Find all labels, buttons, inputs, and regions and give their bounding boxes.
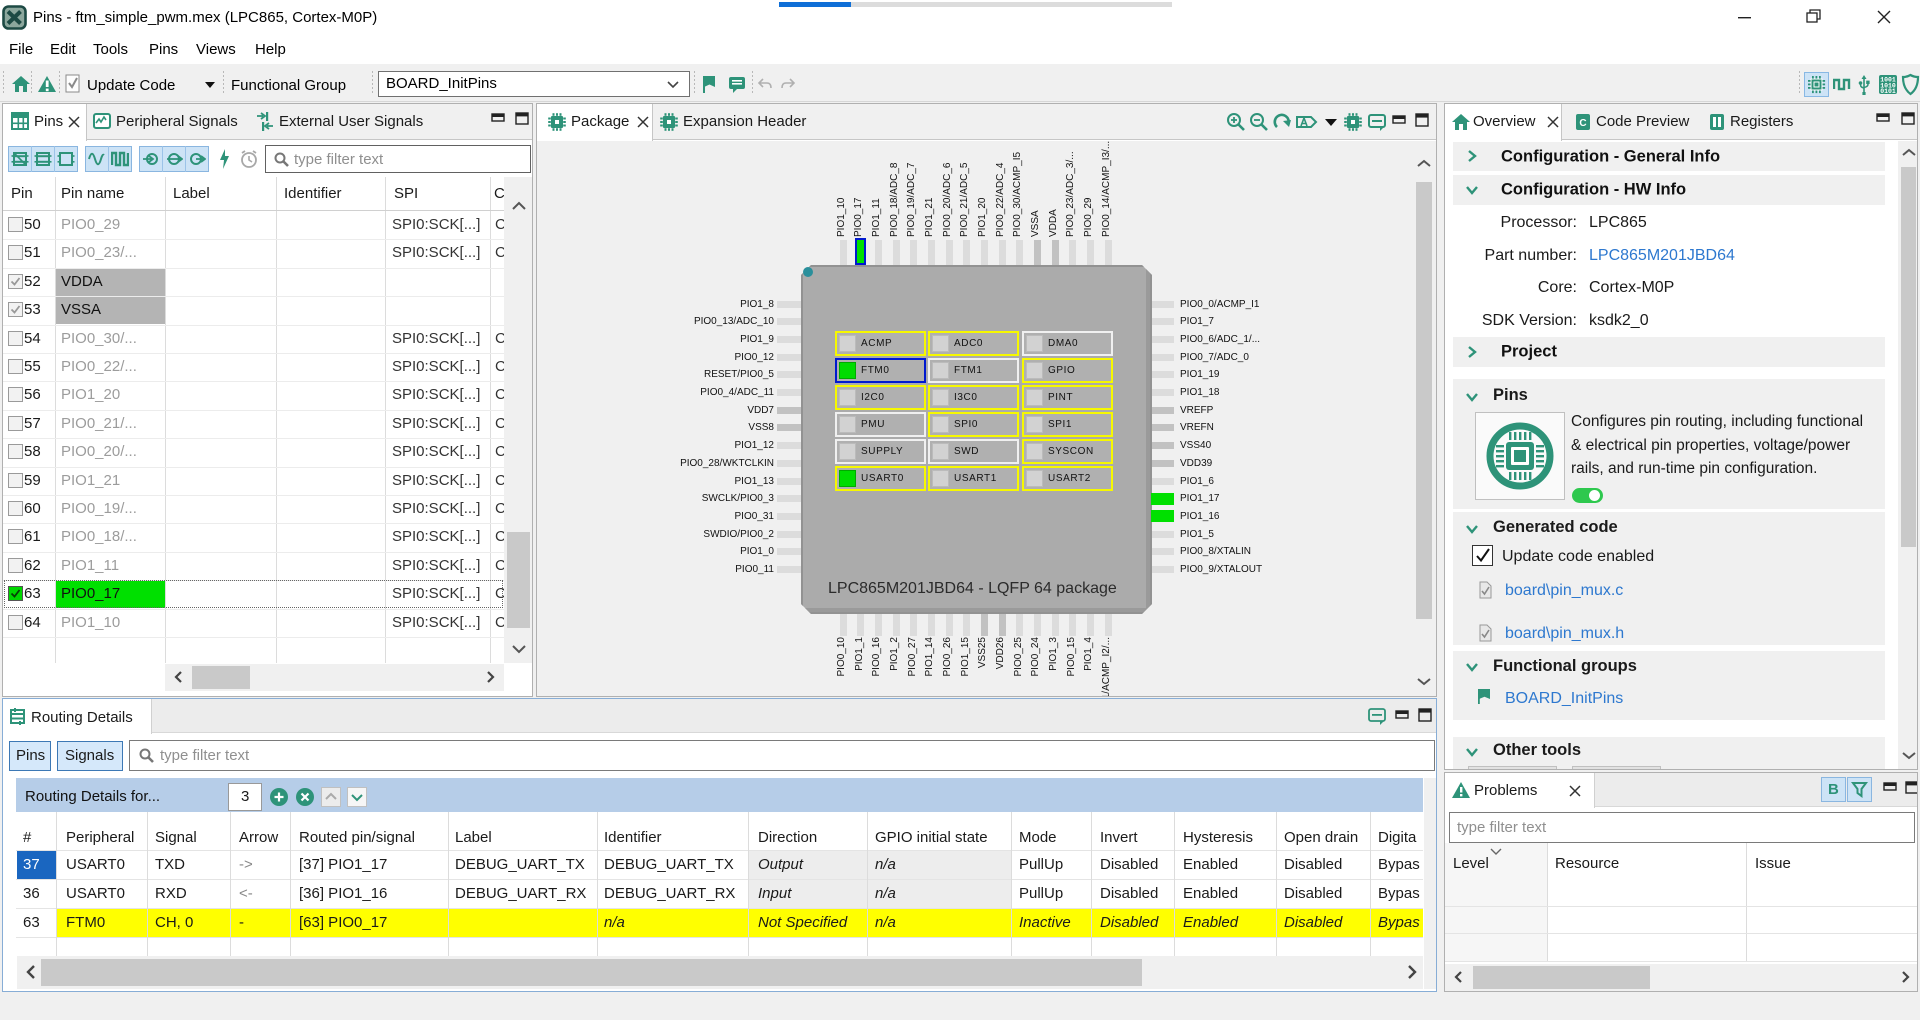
svg-text:C: C	[1579, 118, 1586, 129]
svg-text:0101: 0101	[1880, 88, 1896, 95]
